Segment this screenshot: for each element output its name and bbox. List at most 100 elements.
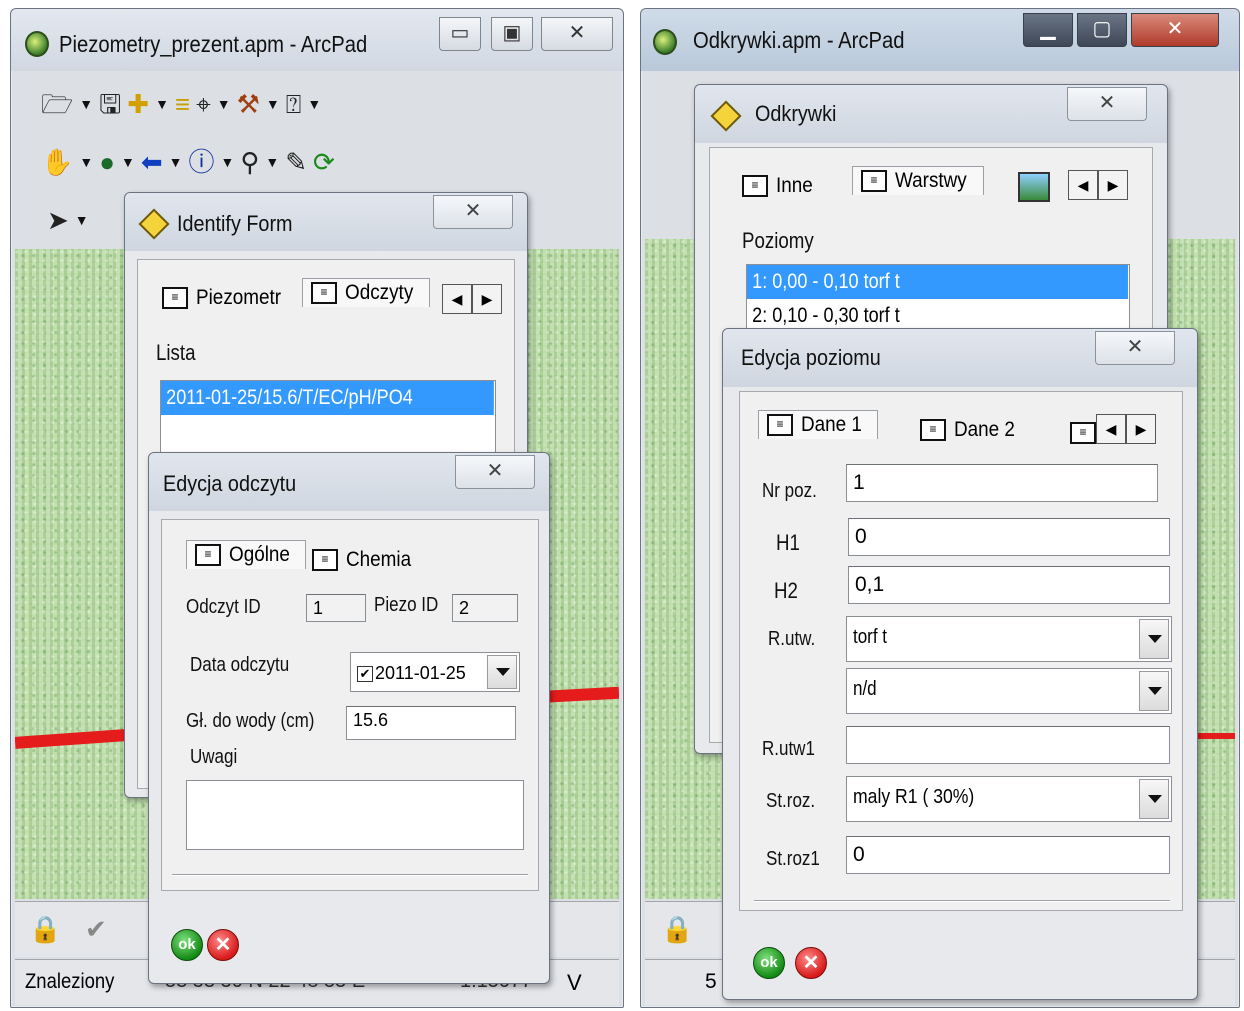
save-icon[interactable]: 🖫 <box>99 89 121 119</box>
tab-warstwy[interactable]: ≡ Warstwy <box>852 166 984 195</box>
nr-poz-field[interactable]: 1 <box>846 464 1158 502</box>
chevron-down-icon[interactable]: ▼ <box>265 154 279 170</box>
tab-dane-2[interactable]: ≡ Dane 2 <box>920 418 1022 442</box>
binoculars-icon[interactable]: ⚲ <box>240 147 259 177</box>
add-layer-icon[interactable]: ✚ <box>127 89 149 119</box>
gps-icon[interactable]: ⌖ <box>196 89 211 119</box>
tab-scroll-buttons[interactable]: ◀ ▶ <box>442 284 502 314</box>
stroz1-field[interactable]: 0 <box>846 836 1170 874</box>
form-tab-icon: ≡ <box>311 282 337 304</box>
chevron-down-icon[interactable] <box>1139 779 1169 819</box>
right-close-button[interactable]: ✕ <box>1131 13 1219 47</box>
chevron-down-icon[interactable]: ▼ <box>307 96 321 112</box>
image-tab-icon[interactable] <box>1018 172 1050 202</box>
edit-reading-close-button[interactable]: ✕ <box>455 455 535 489</box>
edit-pencil-icon[interactable]: ✎ <box>285 147 307 177</box>
scroll-left-icon[interactable]: ◀ <box>442 284 472 314</box>
rutw1-label: R.utw1 <box>762 738 815 760</box>
edit-level-close-button[interactable]: ✕ <box>1095 331 1175 365</box>
form-tab-icon: ≡ <box>742 175 768 197</box>
chevron-down-icon[interactable] <box>1139 671 1169 711</box>
list-item[interactable]: 1: 0,00 - 0,10 torf t <box>747 265 1129 299</box>
h1-field[interactable]: 0 <box>848 518 1170 556</box>
globe-icon[interactable]: ● <box>99 147 115 177</box>
chevron-down-icon[interactable]: ▼ <box>75 212 89 228</box>
rutw-secondary-select[interactable]: n/d <box>846 668 1172 714</box>
outcrops-close-button[interactable]: ✕ <box>1067 87 1147 121</box>
list-label: Lista <box>156 340 196 365</box>
chevron-down-icon[interactable]: ▼ <box>79 96 93 112</box>
rutw-select[interactable]: torf t <box>846 616 1172 662</box>
form-tab-icon[interactable]: ≡ <box>1070 422 1096 444</box>
arcpad-app-icon <box>653 29 677 55</box>
left-minimize-button[interactable]: ▭ <box>439 17 481 51</box>
pan-hand-icon[interactable]: ✋ <box>41 147 73 177</box>
left-window-title: Piezometry_prezent.apm - ArcPad <box>59 31 368 57</box>
check-icon[interactable]: ✔ <box>85 914 107 944</box>
right-window-title: Odkrywki.apm - ArcPad <box>693 27 905 53</box>
right-maximize-button[interactable]: ▢ <box>1077 13 1127 47</box>
tab-ogolne[interactable]: ≡ Ogólne <box>186 540 306 569</box>
list-item[interactable]: 2011-01-25/15.6/T/EC/pH/PO4 <box>161 381 495 415</box>
lock-icon[interactable]: 🔒 <box>29 914 61 944</box>
tools-icon[interactable]: ⚒ <box>237 89 260 119</box>
cancel-button[interactable]: ✕ <box>207 929 239 961</box>
tab-scroll-buttons[interactable]: ◀ ▶ <box>1068 170 1128 200</box>
left-close-button[interactable]: ✕ <box>541 17 613 51</box>
chevron-down-icon[interactable] <box>487 655 517 689</box>
edit-reading-dialog: Edycja odczytu ✕ ≡ Ogólne ≡ Chemia Odczy… <box>148 452 550 984</box>
refresh-icon[interactable]: ⟳ <box>313 147 335 177</box>
tab-chemia[interactable]: ≡ Chemia <box>312 548 418 572</box>
rutw2-value: n/d <box>853 678 877 700</box>
tab-dane-1[interactable]: ≡ Dane 1 <box>758 410 878 439</box>
reading-id-field: 1 <box>306 594 366 622</box>
status-mode: V <box>567 970 582 995</box>
scroll-left-icon[interactable]: ◀ <box>1068 170 1098 200</box>
piezo-id-field: 2 <box>452 594 518 622</box>
depth-field[interactable]: 15.6 <box>346 706 516 740</box>
scroll-right-icon[interactable]: ▶ <box>1098 170 1128 200</box>
arcpad-app-icon <box>25 31 49 57</box>
stroz1-label: St.roz1 <box>766 848 820 870</box>
edit-reading-panel: ≡ Ogólne ≡ Chemia Odczyt ID 1 Piezo ID 2… <box>161 519 539 891</box>
notes-textarea[interactable] <box>186 780 524 850</box>
tab-inne[interactable]: ≡ Inne <box>742 174 817 198</box>
chevron-down-icon[interactable] <box>1139 619 1169 659</box>
identify-form-close-button[interactable]: ✕ <box>433 195 513 229</box>
chevron-down-icon[interactable]: ▼ <box>217 96 231 112</box>
chevron-down-icon[interactable]: ▼ <box>220 154 234 170</box>
rutw1-field[interactable] <box>846 726 1170 764</box>
chevron-down-icon[interactable]: ▼ <box>155 96 169 112</box>
tab-odczyty[interactable]: ≡ Odczyty <box>302 278 430 307</box>
date-checkbox[interactable]: ✔ <box>357 666 373 683</box>
help-icon[interactable]: ⍰ <box>286 89 302 119</box>
left-maximize-button[interactable]: ▣ <box>491 17 533 51</box>
identify-form-title: Identify Form <box>177 211 293 236</box>
select-pointer-icon[interactable]: ➤ <box>47 205 69 235</box>
date-value: 2011-01-25 <box>375 663 466 683</box>
info-icon[interactable]: ⓘ <box>188 147 214 177</box>
date-picker[interactable]: ✔ 2011-01-25 <box>350 652 520 692</box>
chevron-down-icon[interactable]: ▼ <box>266 96 280 112</box>
lock-icon[interactable]: 🔒 <box>661 914 693 944</box>
tab-piezometr[interactable]: ≡ Piezometr <box>162 286 291 310</box>
ok-button[interactable]: ok <box>171 929 203 961</box>
scroll-right-icon[interactable]: ▶ <box>1126 414 1156 444</box>
h2-field[interactable]: 0,1 <box>848 566 1170 604</box>
reading-id-label: Odczyt ID <box>186 596 261 618</box>
back-arrow-icon[interactable]: ⬅ <box>141 147 163 177</box>
right-minimize-button[interactable]: ▁ <box>1023 13 1073 47</box>
form-tab-icon: ≡ <box>920 419 946 441</box>
chevron-down-icon[interactable]: ▼ <box>169 154 183 170</box>
ok-button[interactable]: ok <box>753 947 785 979</box>
chevron-down-icon[interactable]: ▼ <box>79 154 93 170</box>
chevron-down-icon[interactable]: ▼ <box>121 154 135 170</box>
stroz-select[interactable]: maly R1 ( 30%) <box>846 776 1172 822</box>
layers-icon[interactable]: ≡ <box>175 89 190 119</box>
open-folder-icon[interactable]: 🗁 <box>41 89 73 119</box>
scroll-left-icon[interactable]: ◀ <box>1096 414 1126 444</box>
status-text: Znaleziony <box>25 970 115 993</box>
scroll-right-icon[interactable]: ▶ <box>472 284 502 314</box>
cancel-button[interactable]: ✕ <box>795 947 827 979</box>
tab-scroll-buttons[interactable]: ◀ ▶ <box>1096 414 1156 444</box>
